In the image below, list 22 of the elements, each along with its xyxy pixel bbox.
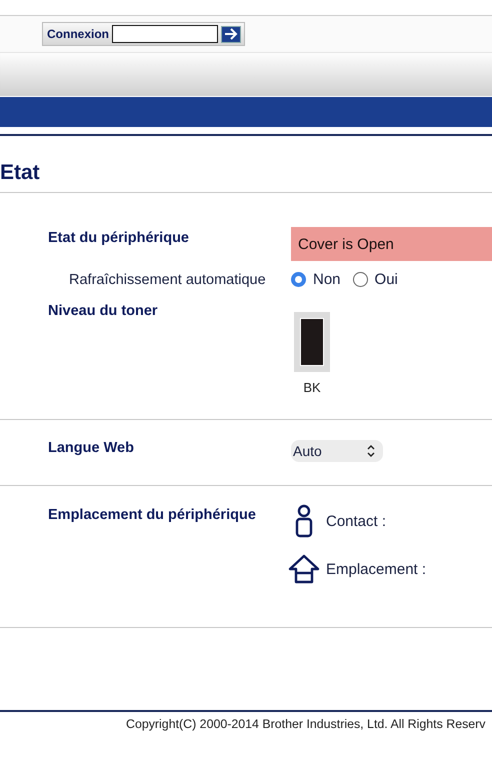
- field-label: Langue Web: [48, 440, 135, 458]
- language-select[interactable]: Auto: [291, 440, 383, 462]
- chevrons-icon: [367, 445, 375, 457]
- login-label: Connexion: [47, 27, 109, 41]
- toner-level: [301, 319, 323, 365]
- field-label: Rafraîchissement automatique: [68, 272, 267, 288]
- toner-name: BK: [303, 380, 321, 395]
- status-message: Cover is Open: [291, 227, 492, 261]
- radio-label[interactable]: Oui: [374, 271, 398, 288]
- page-title: Etat: [0, 160, 41, 186]
- location-label: Emplacement :: [326, 560, 426, 578]
- field-label: Emplacement du périphérique: [48, 507, 257, 525]
- radio-label[interactable]: Non: [313, 271, 341, 288]
- location-label: Contact :: [326, 512, 386, 530]
- field-label: Niveau du toner: [48, 302, 159, 321]
- radio-button[interactable]: [291, 272, 306, 287]
- field-label: Etat du périphérique: [48, 229, 190, 248]
- house-icon: [288, 554, 320, 584]
- radio-button[interactable]: [352, 272, 368, 287]
- login-field[interactable]: [112, 25, 218, 43]
- login-button[interactable]: [221, 26, 241, 42]
- copyright-text: Copyright(C) 2000-2014 Brother Industries, Ltd. All Rights Reserv: [125, 716, 486, 731]
